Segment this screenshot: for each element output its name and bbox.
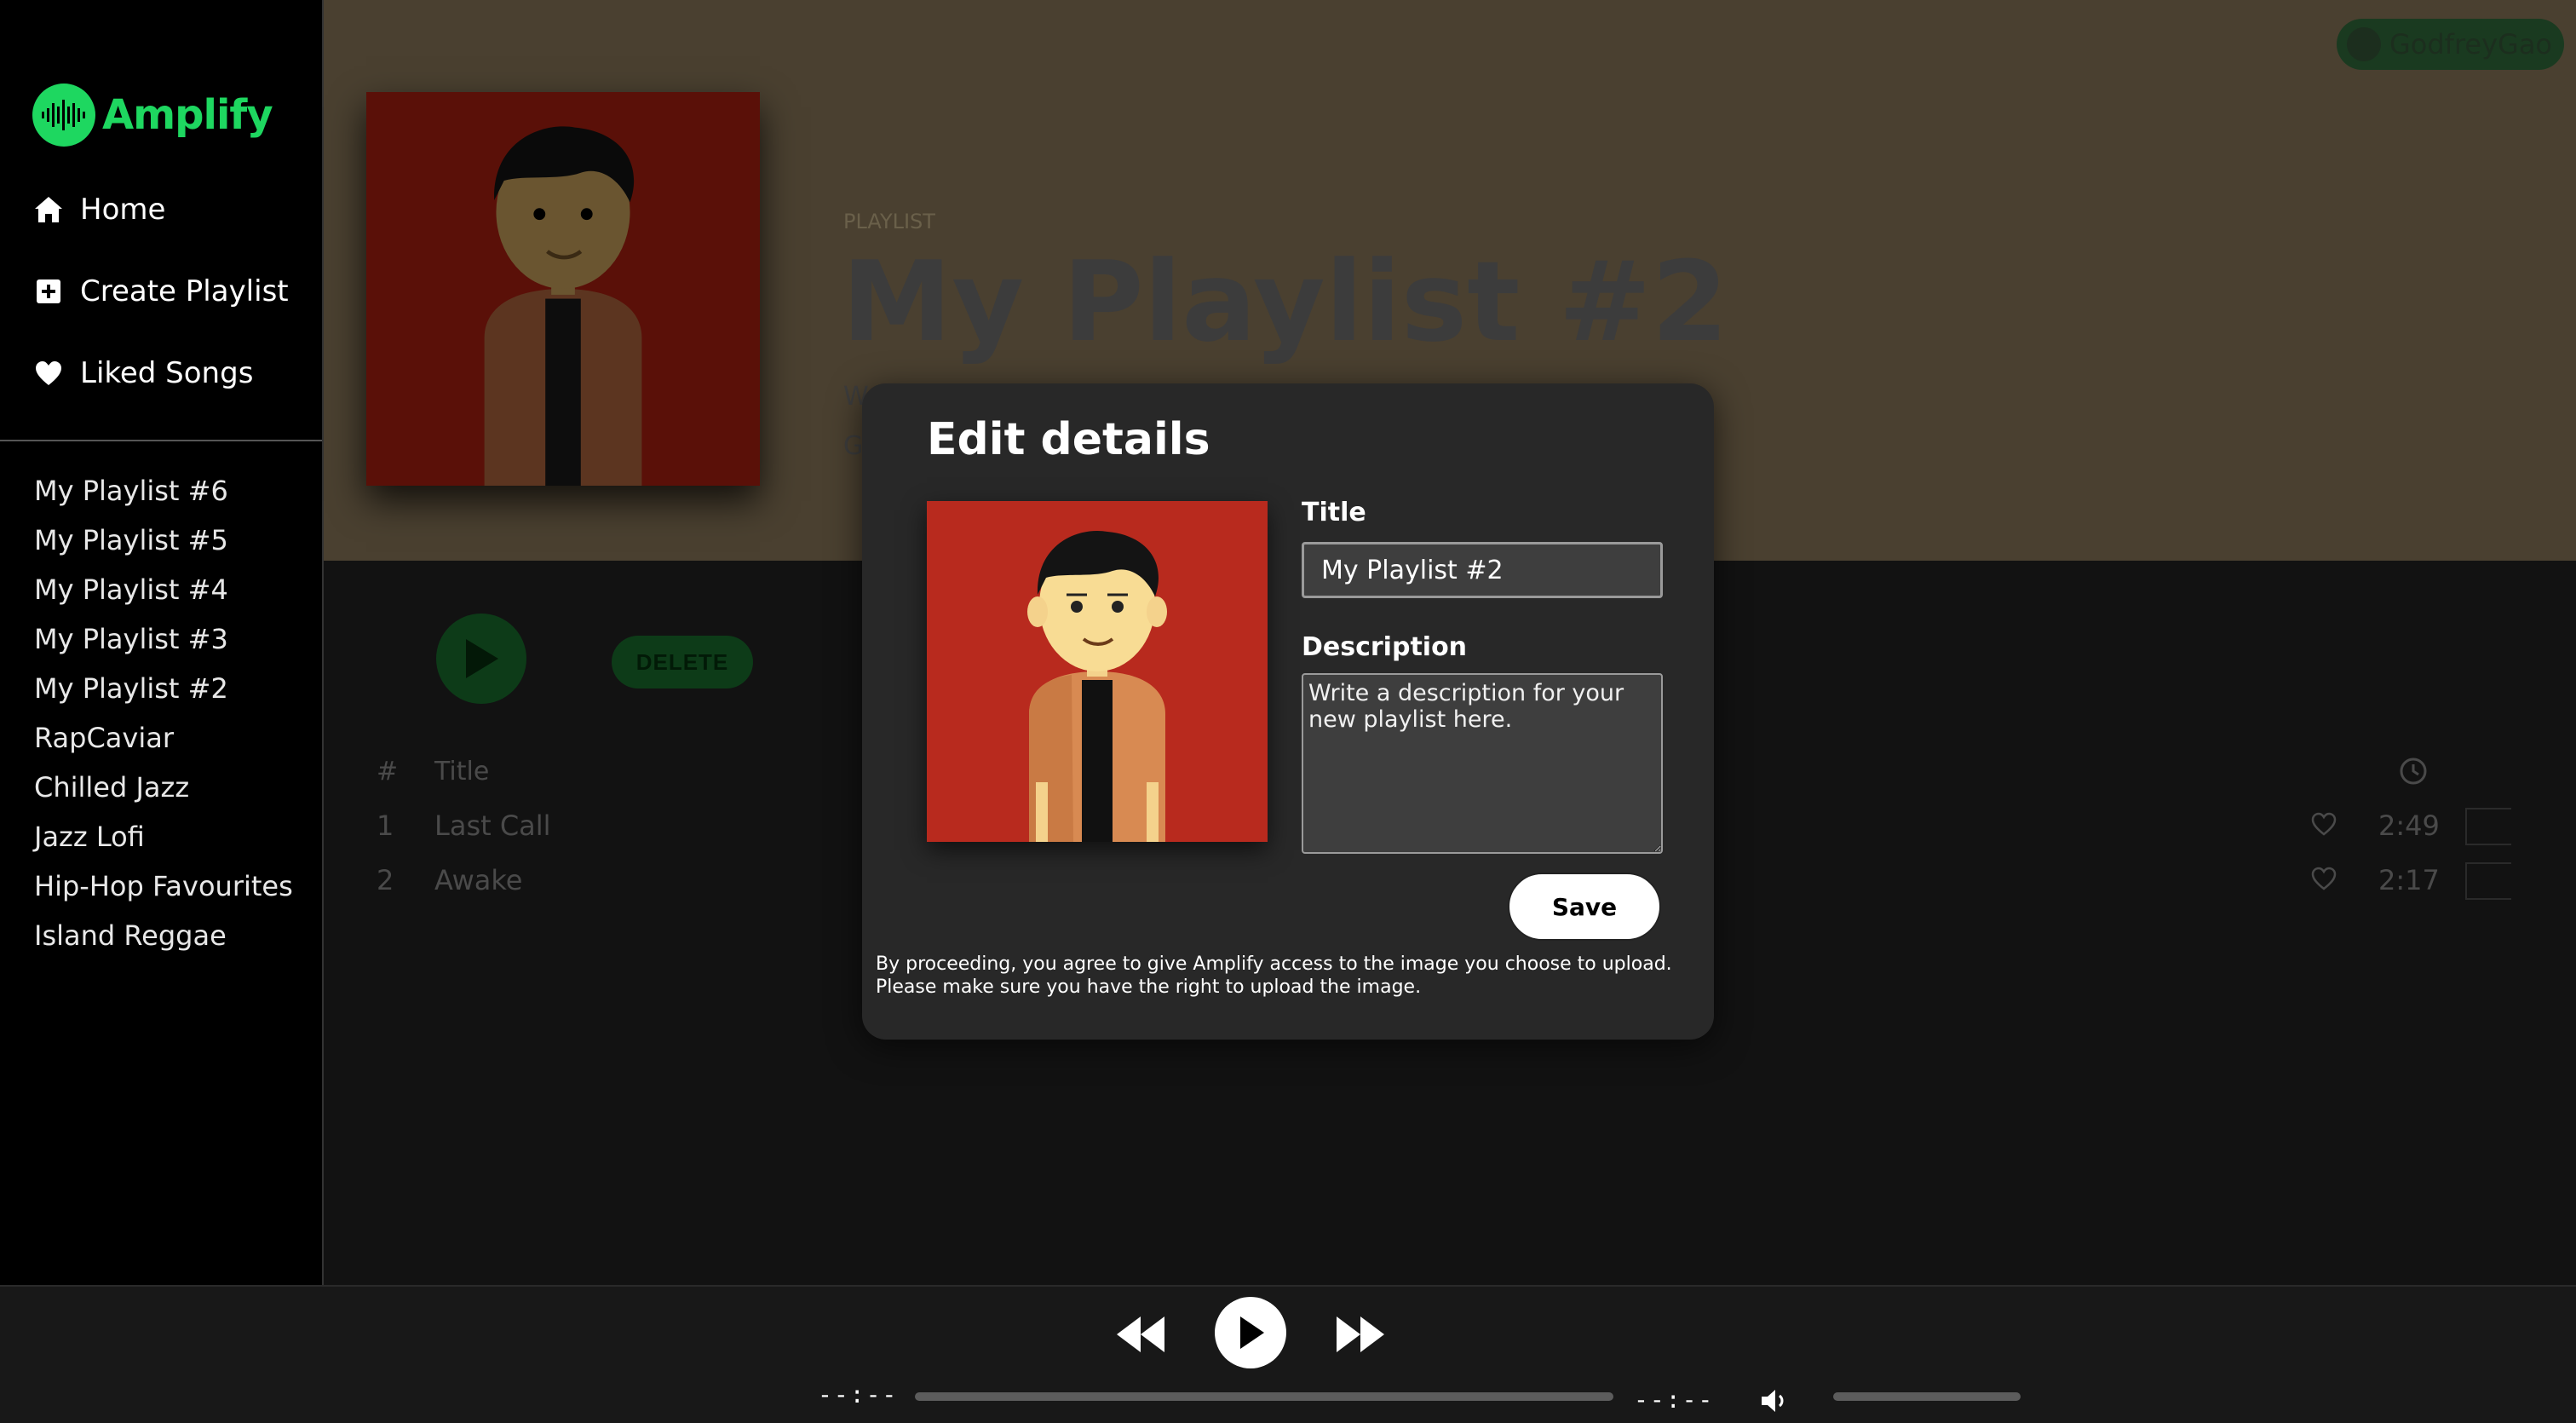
clock-icon <box>2399 757 2428 792</box>
like-heart-icon[interactable] <box>2310 866 2337 898</box>
nav-create-playlist-label: Create Playlist <box>80 274 289 308</box>
playlist-item[interactable]: My Playlist #2 <box>34 670 293 719</box>
track-title: Last Call <box>434 809 551 842</box>
heart-icon <box>32 357 65 389</box>
playlist-item[interactable]: My Playlist #6 <box>34 472 293 521</box>
previous-track-button[interactable] <box>1111 1311 1170 1358</box>
sidebar-divider <box>0 440 322 441</box>
progress-bar[interactable] <box>915 1392 1613 1401</box>
home-icon <box>32 193 65 226</box>
playlist-cover-image <box>366 92 760 486</box>
playlist-item[interactable]: RapCaviar <box>34 719 293 769</box>
playlist-item[interactable]: My Playlist #3 <box>34 620 293 670</box>
play-playlist-button[interactable] <box>436 614 526 704</box>
edit-details-modal: Edit details Title Description Save By <box>862 383 1714 1040</box>
playlist-item[interactable]: Island Reggae <box>34 917 293 966</box>
nav-home[interactable]: Home <box>32 193 165 227</box>
sound-wave-icon <box>32 84 95 147</box>
playlist-item[interactable]: Jazz Lofi <box>34 818 293 867</box>
nav-home-label: Home <box>80 193 166 227</box>
track-number: 1 <box>377 809 394 842</box>
save-button[interactable]: Save <box>1508 873 1661 941</box>
col-header-title: Title <box>434 757 490 786</box>
playlist-item[interactable]: My Playlist #5 <box>34 521 293 571</box>
nav-liked-songs[interactable]: Liked Songs <box>32 356 253 390</box>
app-frame: Amplify Home Create Playlist Liked Songs… <box>0 0 2576 1423</box>
track-duration: 2:17 <box>2378 864 2440 896</box>
title-input[interactable] <box>1302 542 1663 598</box>
amplify-logo[interactable]: Amplify <box>32 84 273 147</box>
fast-forward-icon <box>1337 1316 1384 1352</box>
playlist-list: My Playlist #6 My Playlist #5 My Playlis… <box>34 472 293 966</box>
sidebar: Amplify Home Create Playlist Liked Songs… <box>0 0 324 1285</box>
user-menu-button[interactable]: GodfreyGao <box>2336 19 2564 70</box>
nav-create-playlist[interactable]: Create Playlist <box>32 274 289 308</box>
track-more-button[interactable] <box>2465 862 2511 900</box>
nav-liked-songs-label: Liked Songs <box>80 356 254 390</box>
rewind-icon <box>1117 1316 1164 1352</box>
logo-text: Amplify <box>102 91 273 139</box>
delete-playlist-button[interactable]: DELETE <box>612 636 753 688</box>
description-input[interactable] <box>1302 673 1663 854</box>
upload-disclaimer: By proceeding, you agree to give Amplify… <box>876 953 1672 998</box>
plus-square-icon <box>32 275 65 308</box>
player-bar: --:-- --:-- <box>0 1285 2576 1423</box>
volume-icon[interactable] <box>1760 1387 1789 1414</box>
volume-slider[interactable] <box>1833 1392 2021 1401</box>
user-avatar-icon <box>2346 27 2381 61</box>
playlist-owner: G <box>843 431 864 461</box>
description-label: Description <box>1302 632 1468 662</box>
next-track-button[interactable] <box>1331 1311 1390 1358</box>
playlist-item[interactable]: My Playlist #4 <box>34 571 293 620</box>
track-number: 2 <box>377 864 394 896</box>
play-icon <box>466 639 498 678</box>
track-more-button[interactable] <box>2465 808 2511 845</box>
playlist-title: My Playlist #2 <box>842 237 1728 366</box>
col-header-number: # <box>377 757 399 786</box>
elapsed-time: --:-- <box>818 1380 899 1409</box>
remaining-time: --:-- <box>1634 1386 1715 1414</box>
cover-image-upload[interactable] <box>927 501 1268 842</box>
playlist-item[interactable]: Hip-Hop Favourites <box>34 867 293 917</box>
playlist-type-label: PLAYLIST <box>843 210 935 233</box>
track-title: Awake <box>434 864 523 896</box>
username: GodfreyGao <box>2389 28 2552 60</box>
track-duration: 2:49 <box>2378 809 2440 842</box>
modal-title: Edit details <box>927 414 1210 465</box>
playlist-item[interactable]: Chilled Jazz <box>34 769 293 818</box>
like-heart-icon[interactable] <box>2310 811 2337 844</box>
play-icon <box>1240 1316 1264 1349</box>
title-label: Title <box>1302 498 1366 527</box>
play-button[interactable] <box>1215 1297 1286 1368</box>
